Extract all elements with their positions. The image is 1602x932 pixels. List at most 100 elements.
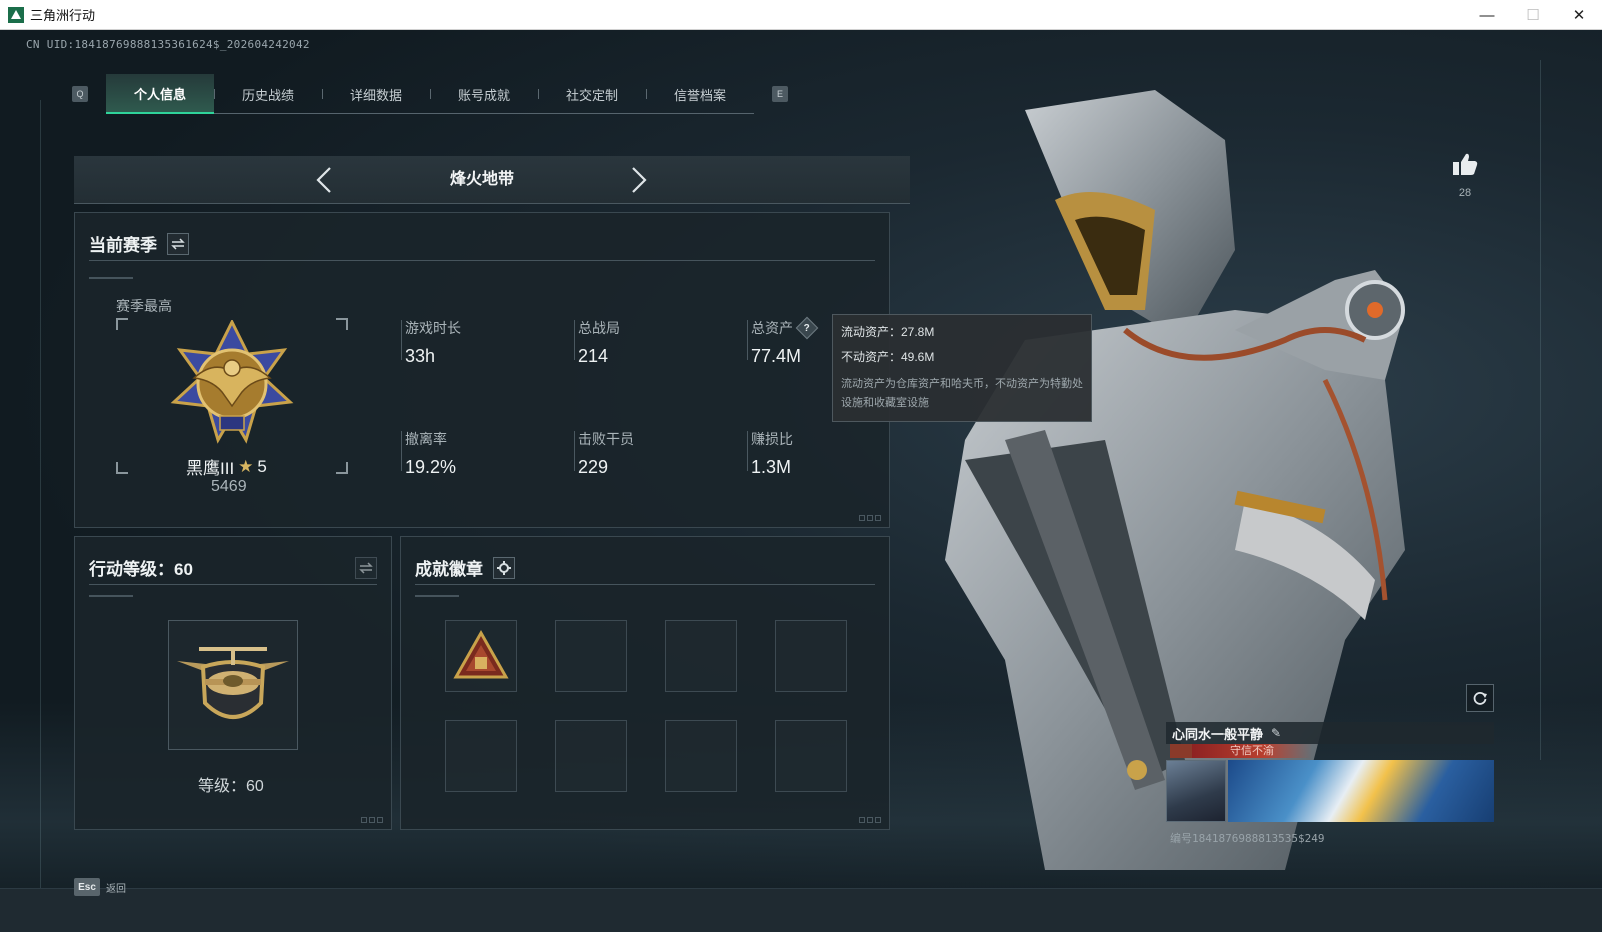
achievement-slot[interactable] (775, 720, 847, 792)
stat-profit-ratio: 赚损比 1.3M (747, 429, 793, 478)
thumbs-up-icon (1453, 153, 1478, 175)
achievement-slot[interactable] (445, 720, 517, 792)
swap-icon (359, 561, 373, 574)
achievements-header: 成就徽章 (415, 551, 875, 585)
uid-text: CN UID:18418769888135361624$_20260424204… (26, 38, 310, 51)
corner-dots (361, 817, 383, 823)
mode-selector: 烽火地带 (74, 156, 910, 204)
deco-dash (415, 595, 459, 597)
like-count: 28 (1458, 187, 1472, 199)
achievement-slot[interactable] (555, 620, 627, 692)
stat-value: 77.4M (751, 346, 802, 366)
tooltip-fixed-assets: 不动资产：49.6M (841, 350, 935, 364)
stat-value: 1.3M (751, 457, 792, 477)
stat-label: 游戏时长 (405, 320, 461, 336)
frame-corner (116, 318, 128, 330)
deco-dash (89, 595, 133, 597)
game-viewport: CN UID:18418769888135361624$_20260424204… (0, 30, 1602, 932)
namecard-title-row: 守信不渝 (1166, 744, 1494, 758)
hud-line (40, 100, 41, 900)
level-caption: 等级：60 (198, 778, 264, 795)
maximize-button[interactable]: ☐ (1510, 0, 1556, 30)
stat-value: 214 (578, 346, 609, 366)
tab-credit[interactable]: 信誉档案 (646, 74, 754, 114)
stat-label-text: 总资产 (751, 320, 793, 336)
player-id: 编号1841876988813535$249 (1170, 832, 1325, 845)
like-button[interactable]: 28 (1450, 152, 1480, 199)
next-tab-key[interactable]: E (772, 86, 788, 102)
avatar (1166, 760, 1226, 822)
season-title: 当前赛季 (89, 236, 157, 255)
gear-icon (497, 560, 511, 575)
namecard-banner (1228, 760, 1494, 822)
swap-icon (171, 237, 185, 250)
frame-corner (336, 318, 348, 330)
corner-dots (859, 515, 881, 521)
refresh-button[interactable] (1466, 684, 1494, 712)
rank-name: 黑鹰III (186, 459, 235, 478)
tab-achievements[interactable]: 账号成就 (430, 74, 538, 114)
achievement-slot[interactable] (555, 720, 627, 792)
tab-bar: Q 个人信息 历史战绩 详细数据 账号成就 社交定制 信誉档案 E (72, 74, 788, 114)
window-titlebar: 三角洲行动 — ☐ ✕ (0, 0, 1602, 30)
achievements-title: 成就徽章 (415, 560, 483, 579)
achievements-settings-button[interactable] (493, 556, 515, 579)
swap-level-button[interactable] (355, 556, 377, 579)
stat-label: 击败干员 (578, 431, 634, 447)
stat-label: 总战局 (578, 320, 620, 336)
swap-season-button[interactable] (167, 232, 189, 255)
season-header: 当前赛季 (89, 227, 875, 261)
achievement-slot[interactable] (665, 720, 737, 792)
tooltip-description: 流动资产为仓库资产和哈夫币，不动资产为特勤处设施和收藏室设施 (841, 378, 1083, 409)
namecard-images (1166, 760, 1494, 822)
frame-corner (336, 462, 348, 474)
app-logo-icon (8, 6, 24, 23)
player-name: 心同水一般平静 (1172, 726, 1264, 742)
corner-dots (859, 817, 881, 823)
prev-tab-key[interactable]: Q (72, 86, 88, 102)
tooltip-liquid-assets: 流动资产：27.8M (841, 325, 935, 339)
help-icon[interactable]: ? (795, 316, 819, 340)
star-icon: ★ (238, 456, 254, 476)
player-title: 守信不渝 (1192, 744, 1312, 758)
back-label: 返回 (106, 883, 126, 895)
edit-name-icon[interactable]: ✎ (1271, 726, 1281, 740)
level-header: 行动等级：60 (89, 551, 377, 585)
level-emblem-frame (168, 620, 298, 750)
stat-value: 33h (405, 346, 436, 366)
stat-operators-defeated: 击败干员 229 (574, 429, 634, 478)
stat-playtime: 游戏时长 33h (401, 318, 461, 367)
frame-corner (116, 462, 128, 474)
chevron-right-icon (632, 167, 647, 193)
level-title: 行动等级：60 (89, 560, 193, 579)
title-badge-icon (1170, 744, 1192, 758)
close-button[interactable]: ✕ (1556, 0, 1602, 30)
help-glyph: ? (803, 322, 811, 334)
minimize-button[interactable]: — (1464, 0, 1510, 30)
tab-detailed-data[interactable]: 详细数据 (322, 74, 430, 114)
back-button[interactable]: Esc 返回 (74, 878, 126, 896)
tab-history[interactable]: 历史战绩 (214, 74, 322, 114)
tab-personal-info[interactable]: 个人信息 (106, 74, 214, 114)
rank-emblem-icon (170, 320, 294, 444)
deco-dash (89, 277, 133, 279)
mode-title: 烽火地带 (449, 171, 514, 188)
esc-key: Esc (74, 878, 100, 896)
rank-score: 5469 (211, 478, 247, 495)
assets-tooltip: 流动资产：27.8M 不动资产：49.6M 流动资产为仓库资产和哈夫币，不动资产… (832, 314, 1092, 422)
window-controls: — ☐ ✕ (1464, 0, 1602, 30)
bottom-bar (0, 888, 1602, 932)
tab-social[interactable]: 社交定制 (538, 74, 646, 114)
player-namecard[interactable]: 心同水一般平静 ✎ 守信不渝 (1166, 722, 1494, 828)
stat-total-matches: 总战局 214 (574, 318, 620, 367)
stat-label: 总资产 ? (751, 316, 819, 340)
mode-next-button[interactable] (624, 164, 654, 196)
hud-line (1540, 60, 1541, 760)
achievement-slot[interactable] (665, 620, 737, 692)
helicopter-emblem-icon (177, 647, 289, 719)
stat-value: 229 (578, 457, 609, 477)
stat-total-assets: 总资产 ? 77.4M (747, 316, 819, 367)
achievement-slot[interactable] (775, 620, 847, 692)
achievement-slot[interactable] (445, 620, 517, 692)
tab-strip: 个人信息 历史战绩 详细数据 账号成就 社交定制 信誉档案 (106, 74, 754, 114)
